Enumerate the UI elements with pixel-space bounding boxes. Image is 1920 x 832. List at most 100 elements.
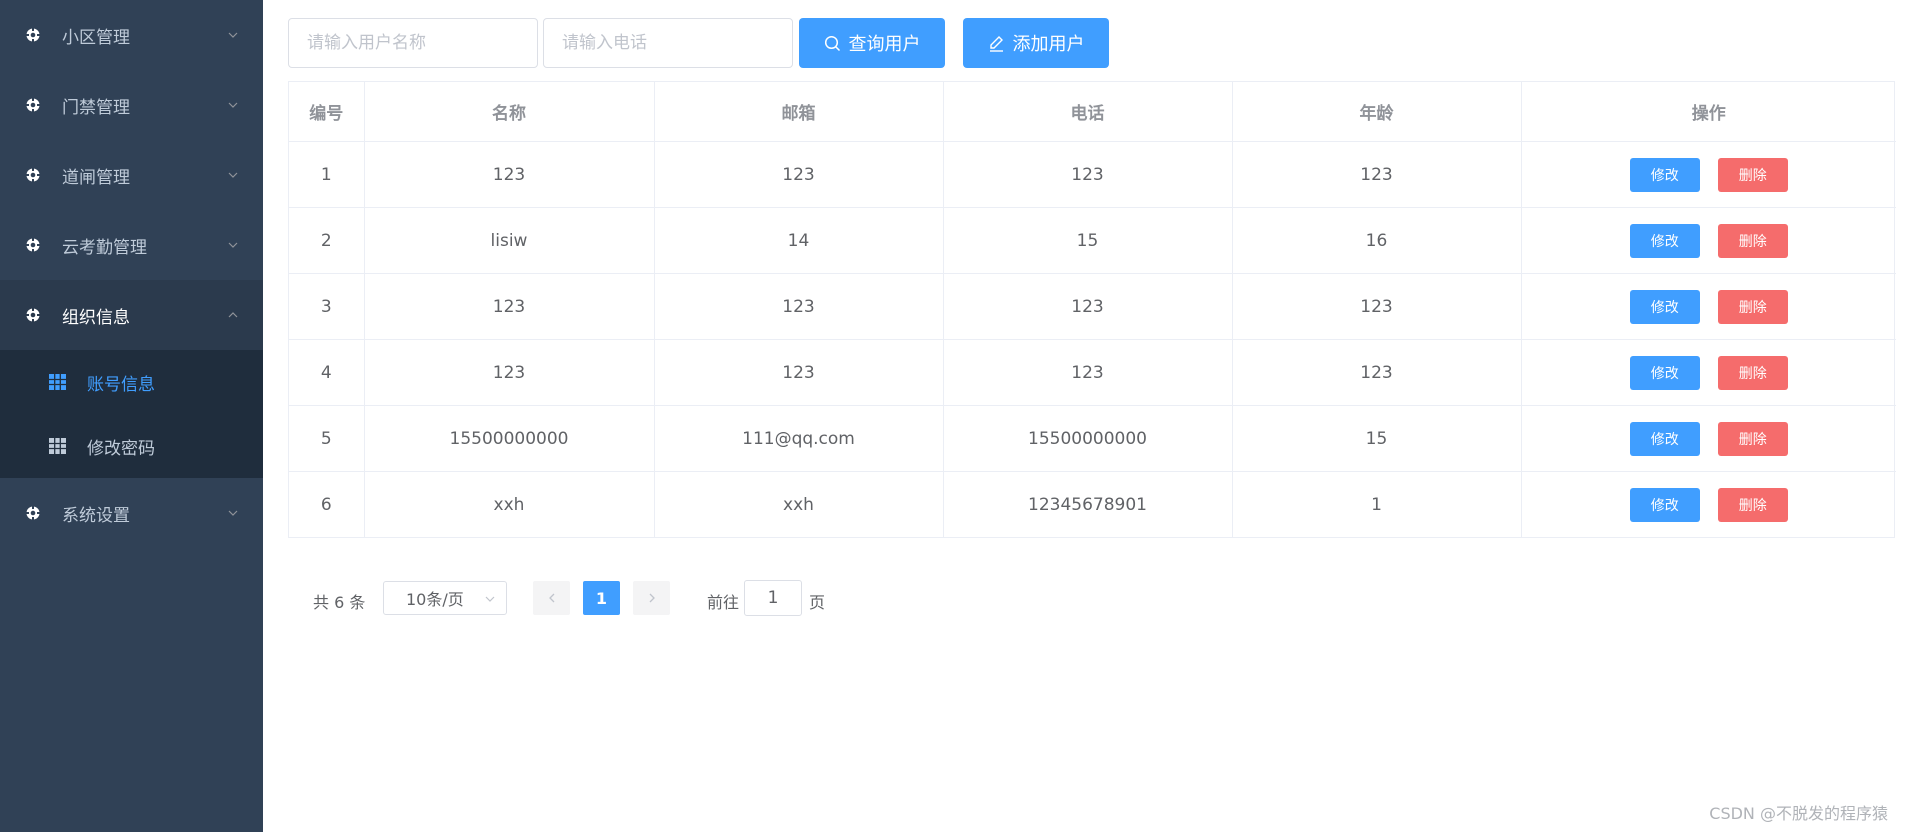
chevron-up-icon xyxy=(228,312,238,318)
cell-phone: 123 xyxy=(943,141,1233,208)
watermark: CSDN @不脱发的程序猿 xyxy=(1709,804,1888,823)
chevron-down-icon xyxy=(228,242,238,248)
cell-email: 123 xyxy=(654,339,944,406)
submenu-item-account-info[interactable]: 账号信息 xyxy=(0,350,263,414)
add-user-label: 添加用户 xyxy=(1012,34,1085,55)
delete-button[interactable]: 删除 xyxy=(1717,421,1788,456)
cell-phone: 15 xyxy=(943,207,1233,274)
gear-icon xyxy=(25,27,41,43)
cell-age: 16 xyxy=(1232,207,1522,274)
edit-button[interactable]: 修改 xyxy=(1629,487,1700,522)
menu-label: 系统设置 xyxy=(62,505,130,526)
cell-phone: 12345678901 xyxy=(943,471,1233,537)
edit-button[interactable]: 修改 xyxy=(1629,157,1700,192)
page-size-value: 10条/页 xyxy=(406,590,464,609)
grid-icon xyxy=(49,374,66,390)
pagination-total: 共 6 条 xyxy=(313,593,366,612)
delete-button[interactable]: 删除 xyxy=(1717,289,1788,324)
cell-name: 123 xyxy=(364,339,655,406)
goto-page-input[interactable] xyxy=(744,580,802,616)
header-name: 名称 xyxy=(364,82,655,142)
cell-name: 123 xyxy=(364,273,655,340)
menu-label: 云考勤管理 xyxy=(62,237,147,258)
cell-actions: 修改 删除 xyxy=(1521,405,1896,472)
gear-icon xyxy=(25,505,41,521)
cell-name: lisiw xyxy=(364,207,655,274)
gear-icon xyxy=(25,237,41,253)
chevron-down-icon xyxy=(228,32,238,38)
header-actions: 操作 xyxy=(1521,82,1896,142)
cell-name: xxh xyxy=(364,471,655,537)
menu-organization[interactable]: 组织信息 xyxy=(0,280,263,350)
delete-button[interactable]: 删除 xyxy=(1717,487,1788,522)
table-row: 6 xxh xxh 12345678901 1 修改 删除 xyxy=(289,471,1896,538)
phone-search-input[interactable] xyxy=(543,18,793,68)
delete-button[interactable]: 删除 xyxy=(1717,223,1788,258)
menu-label: 小区管理 xyxy=(62,27,130,48)
chevron-down-icon xyxy=(485,596,495,602)
pagination: 共 6 条 10条/页 1 前往 页 xyxy=(263,580,1263,616)
delete-button[interactable]: 删除 xyxy=(1717,157,1788,192)
table-row: 5 15500000000 111@qq.com 15500000000 15 … xyxy=(289,405,1896,472)
username-search-input[interactable] xyxy=(288,18,538,68)
edit-button[interactable]: 修改 xyxy=(1629,421,1700,456)
menu-system-settings[interactable]: 系统设置 xyxy=(0,478,263,548)
table-row: 3 123 123 123 123 修改 删除 xyxy=(289,273,1896,340)
menu-label: 道闸管理 xyxy=(62,167,130,188)
gear-icon xyxy=(25,307,41,323)
table-row: 2 lisiw 14 15 16 修改 删除 xyxy=(289,207,1896,274)
edit-button[interactable]: 修改 xyxy=(1629,223,1700,258)
header-phone: 电话 xyxy=(943,82,1233,142)
edit-icon xyxy=(989,35,1003,52)
cell-age: 123 xyxy=(1232,339,1522,406)
menu-barrier-gate[interactable]: 道闸管理 xyxy=(0,140,263,210)
cell-actions: 修改 删除 xyxy=(1521,273,1896,340)
cell-id: 4 xyxy=(289,339,365,406)
search-user-label: 查询用户 xyxy=(848,34,921,55)
gear-icon xyxy=(25,167,41,183)
cell-phone: 123 xyxy=(943,339,1233,406)
cell-email: 123 xyxy=(654,273,944,340)
header-age: 年龄 xyxy=(1232,82,1522,142)
cell-name: 15500000000 xyxy=(364,405,655,472)
header-id: 编号 xyxy=(289,82,365,142)
sidebar: 小区管理 门禁管理 道闸管理 云考勤管理 组织信息 账号信息 修改密码 系统设置 xyxy=(0,0,263,832)
menu-cloud-attendance[interactable]: 云考勤管理 xyxy=(0,210,263,280)
cell-email: 123 xyxy=(654,141,944,208)
cell-phone: 123 xyxy=(943,273,1233,340)
gear-icon xyxy=(25,97,41,113)
submenu-label: 账号信息 xyxy=(87,374,155,395)
edit-button[interactable]: 修改 xyxy=(1629,355,1700,390)
cell-actions: 修改 删除 xyxy=(1521,472,1896,538)
edit-button[interactable]: 修改 xyxy=(1629,289,1700,324)
chevron-right-icon xyxy=(649,593,655,603)
submenu-label: 修改密码 xyxy=(87,438,155,459)
goto-label: 前往 xyxy=(707,593,740,612)
cell-email: 111@qq.com xyxy=(654,405,944,472)
menu-access-control[interactable]: 门禁管理 xyxy=(0,70,263,140)
user-table: 编号 名称 邮箱 电话 年龄 操作 1 123 123 123 123 修改 删… xyxy=(288,81,1896,538)
cell-name: 123 xyxy=(364,141,655,208)
add-user-button[interactable]: 添加用户 xyxy=(963,18,1109,68)
prev-page-button[interactable] xyxy=(533,581,570,615)
submenu-item-change-password[interactable]: 修改密码 xyxy=(0,414,263,478)
chevron-down-icon xyxy=(228,172,238,178)
cell-id: 6 xyxy=(289,471,365,537)
menu-community[interactable]: 小区管理 xyxy=(0,0,263,70)
cell-actions: 修改 删除 xyxy=(1521,141,1896,208)
search-icon xyxy=(824,35,840,51)
next-page-button[interactable] xyxy=(633,581,670,615)
cell-email: 14 xyxy=(654,207,944,274)
page-number-button[interactable]: 1 xyxy=(583,581,620,615)
header-email: 邮箱 xyxy=(654,82,944,142)
chevron-left-icon xyxy=(548,593,554,603)
table-row: 4 123 123 123 123 修改 删除 xyxy=(289,339,1896,406)
cell-email: xxh xyxy=(654,471,944,537)
cell-age: 15 xyxy=(1232,405,1522,472)
cell-id: 5 xyxy=(289,405,365,472)
table-header-row: 编号 名称 邮箱 电话 年龄 操作 xyxy=(289,82,1896,142)
search-user-button[interactable]: 查询用户 xyxy=(799,18,945,68)
cell-actions: 修改 删除 xyxy=(1521,207,1896,274)
delete-button[interactable]: 删除 xyxy=(1717,355,1788,390)
page-size-select[interactable]: 10条/页 xyxy=(383,581,507,615)
